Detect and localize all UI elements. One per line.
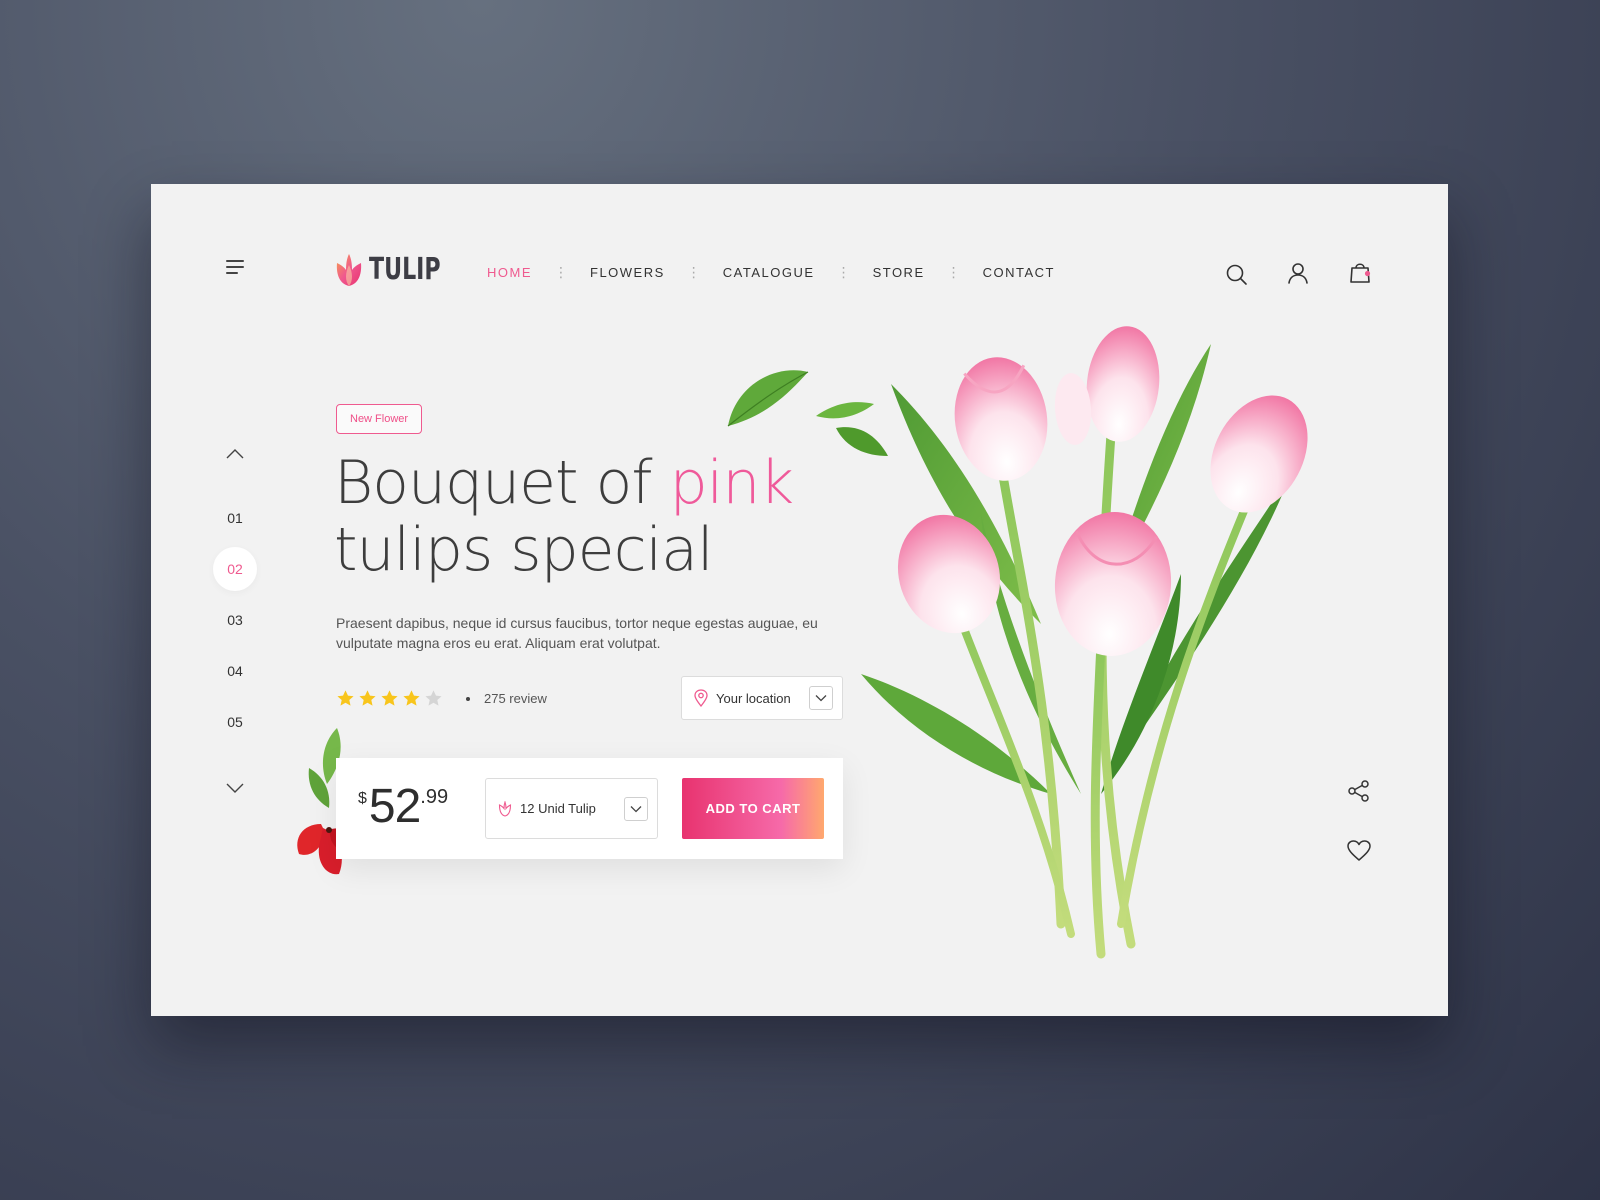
rating-row: 275 review [336,689,547,708]
nav-separator: ⋮ [946,264,961,280]
heart-icon[interactable] [1346,838,1372,864]
star-filled-icon [359,690,376,706]
price: $ 52 .99 [358,782,448,832]
brand-name: TULIP [369,252,441,287]
nav-separator: ⋮ [554,264,568,280]
nav-catalogue[interactable]: CATALOGUE [723,265,815,280]
pager-down-button[interactable] [213,776,257,800]
pager-item-01[interactable]: 01 [213,496,257,540]
quantity-label: 12 Unid Tulip [520,801,596,816]
price-cents: .99 [420,786,449,808]
star-filled-icon [337,690,354,706]
price-currency: $ [358,790,367,807]
shopping-bag-icon[interactable] [1347,259,1373,285]
price-main: 52 [368,780,421,833]
purchase-panel: $ 52 .99 12 Unid Tulip ADD TO CART [336,758,843,859]
brand-logo[interactable]: TULIP [335,252,456,287]
tulip-outline-icon [498,800,512,817]
location-select[interactable]: Your location [681,676,843,720]
search-icon[interactable] [1224,262,1250,288]
pager-item-02[interactable]: 02 [213,547,257,591]
location-pin-icon [694,689,708,707]
nav-store[interactable]: STORE [873,265,925,280]
nav-separator: ⋮ [836,264,851,280]
pager-up-button[interactable] [213,442,257,466]
user-icon[interactable] [1285,260,1311,286]
hero-title-part2: tulips special [334,515,714,585]
tulip-logo-icon [336,253,362,286]
pager-item-05[interactable]: 05 [213,700,257,744]
tulip-bouquet-image [861,326,1308,959]
star-empty-icon [425,690,442,706]
chevron-down-icon [226,783,244,793]
hero-description: Praesent dapibus, neque id cursus faucib… [336,615,818,651]
review-count[interactable]: 275 review [484,691,547,706]
menu-icon[interactable] [226,260,246,276]
nav-contact[interactable]: CONTACT [983,265,1055,280]
slide-pager: 01 02 03 04 05 [213,442,257,800]
hero-card: TULIP HOME ⋮ FLOWERS ⋮ CATALOGUE ⋮ STORE… [151,184,1448,1016]
quantity-select[interactable]: 12 Unid Tulip [485,778,658,839]
separator-dot [466,696,470,701]
nav-flowers[interactable]: FLOWERS [590,265,665,280]
chevron-up-icon [226,449,244,459]
star-rating [336,689,446,708]
pager-item-03[interactable]: 03 [213,598,257,642]
new-flower-badge: New Flower [336,404,423,434]
location-dropdown-toggle[interactable] [809,686,833,710]
hero-title: Bouquet of pink tulips special [334,448,795,585]
pager-item-04[interactable]: 04 [213,649,257,693]
star-filled-icon [381,690,398,706]
nav-home[interactable]: HOME [487,265,532,280]
star-filled-icon [403,690,420,706]
hero-title-part1: Bouquet of [334,448,670,518]
add-to-cart-button[interactable]: ADD TO CART [682,778,824,839]
share-icon[interactable] [1346,778,1372,804]
hero-title-highlight: pink [669,448,795,518]
location-label: Your location [716,690,791,706]
chevron-down-icon [815,695,827,702]
quantity-dropdown-toggle[interactable] [624,796,648,821]
chevron-down-icon [630,805,642,812]
nav-separator: ⋮ [686,264,701,280]
main-nav: HOME ⋮ FLOWERS ⋮ CATALOGUE ⋮ STORE ⋮ CON… [487,264,1055,281]
